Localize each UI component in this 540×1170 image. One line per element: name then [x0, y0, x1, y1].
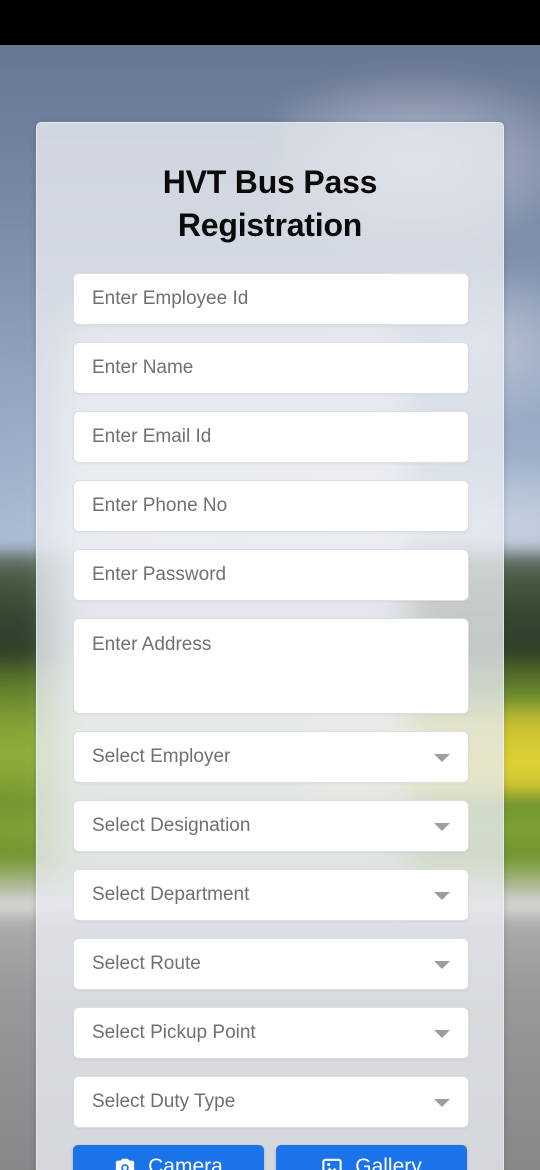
status-bar	[0, 0, 540, 45]
page-title: HVT Bus Pass Registration	[73, 161, 467, 247]
camera-icon	[115, 1159, 135, 1170]
designation-select-label: Select Designation	[92, 815, 251, 837]
phone-input[interactable]: Enter Phone No	[73, 480, 469, 533]
registration-card: HVT Bus Pass Registration Enter Employee…	[36, 122, 504, 1170]
duty-type-select[interactable]: Select Duty Type	[73, 1076, 469, 1129]
employer-select[interactable]: Select Employer	[73, 731, 469, 784]
photo-source-buttons: Camera Gallery	[73, 1145, 467, 1170]
email-input[interactable]: Enter Email Id	[73, 411, 469, 464]
registration-form: Enter Employee Id Enter Name Enter Email…	[73, 273, 469, 1129]
image-icon	[322, 1159, 342, 1170]
route-select-label: Select Route	[92, 953, 201, 975]
department-select-label: Select Department	[92, 884, 250, 906]
designation-select[interactable]: Select Designation	[73, 800, 469, 853]
employee-id-input[interactable]: Enter Employee Id	[73, 273, 469, 326]
gallery-button[interactable]: Gallery	[276, 1145, 467, 1170]
page-title-line1: HVT Bus Pass	[162, 164, 378, 200]
chevron-down-icon	[434, 1099, 450, 1108]
address-textarea[interactable]: Enter Address	[73, 618, 469, 715]
camera-button[interactable]: Camera	[73, 1145, 264, 1170]
route-select[interactable]: Select Route	[73, 938, 469, 991]
chevron-down-icon	[434, 961, 450, 970]
employer-select-label: Select Employer	[92, 746, 231, 768]
chevron-down-icon	[434, 1030, 450, 1039]
chevron-down-icon	[434, 823, 450, 832]
camera-button-label: Camera	[148, 1155, 223, 1170]
page-title-line2: Registration	[177, 207, 363, 244]
password-input[interactable]: Enter Password	[73, 549, 469, 602]
gallery-button-label: Gallery	[355, 1155, 422, 1170]
duty-type-select-label: Select Duty Type	[92, 1091, 236, 1113]
name-input[interactable]: Enter Name	[73, 342, 469, 395]
pickup-point-select[interactable]: Select Pickup Point	[73, 1007, 469, 1060]
department-select[interactable]: Select Department	[73, 869, 469, 922]
chevron-down-icon	[434, 754, 450, 763]
chevron-down-icon	[434, 892, 450, 901]
pickup-point-select-label: Select Pickup Point	[92, 1022, 256, 1044]
